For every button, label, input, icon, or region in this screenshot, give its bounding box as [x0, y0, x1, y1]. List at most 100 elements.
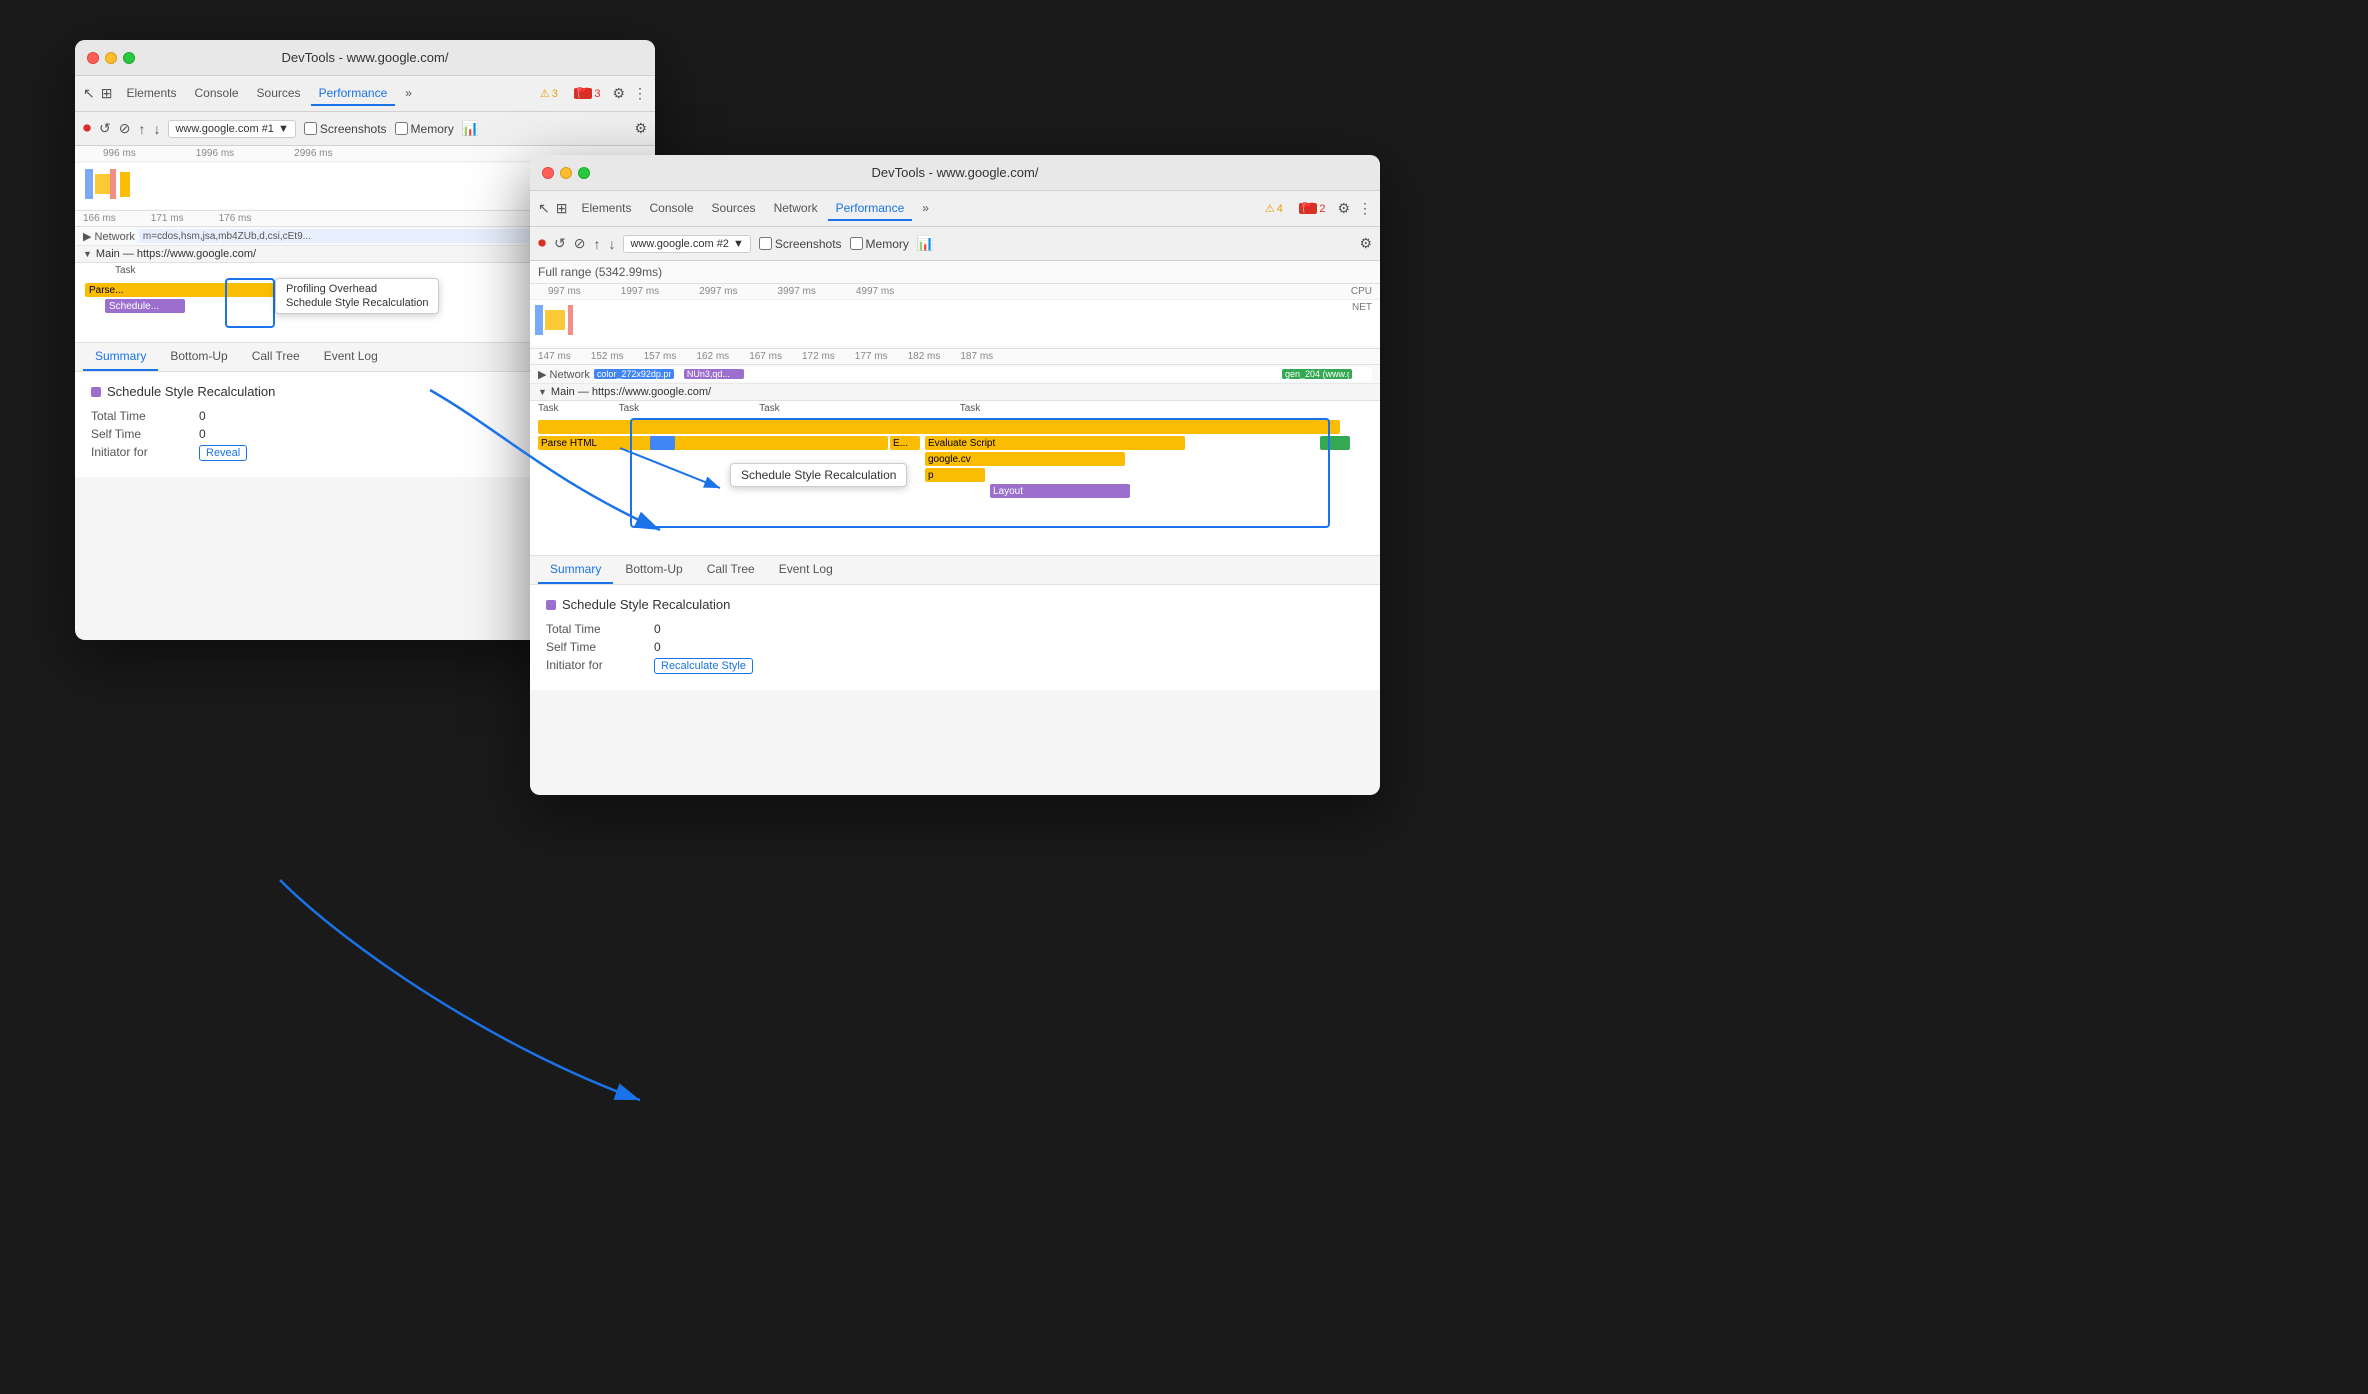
tab-performance-front[interactable]: Performance	[828, 197, 913, 221]
highlight-box-back	[225, 278, 275, 328]
error-icon-back: 🚩	[574, 88, 592, 99]
reload-icon-front[interactable]: ↺	[554, 235, 566, 252]
tab-eventlog-back[interactable]: Event Log	[312, 343, 390, 371]
more-icon-front[interactable]	[1358, 200, 1372, 217]
total-time-row-front: Total Time 0	[546, 622, 1364, 636]
toolbar2-front: ⏺ ↺ ⊘ ↑ ↓ www.google.com #2 ▼ Screenshot…	[530, 227, 1380, 261]
tab-sources-front[interactable]: Sources	[704, 197, 764, 221]
tab-more-front[interactable]: »	[914, 197, 937, 221]
perf-settings-back[interactable]	[634, 120, 647, 137]
color-swatch-back	[91, 387, 101, 397]
tab-more-back[interactable]: »	[397, 82, 420, 106]
mini-bar-f1	[535, 305, 543, 335]
tab-sources-back[interactable]: Sources	[249, 82, 309, 106]
maximize-button-back[interactable]	[123, 52, 135, 64]
traffic-lights-front	[542, 167, 590, 179]
memory-checkbox-back[interactable]: Memory	[395, 122, 454, 136]
tooltip-profiling: Profiling Overhead Schedule Style Recalc…	[275, 278, 439, 314]
record-icon-front[interactable]: ⏺	[538, 235, 546, 253]
upload-icon-front[interactable]: ↑	[593, 236, 600, 252]
upload-icon-back[interactable]: ↑	[138, 121, 145, 137]
clear-icon-back[interactable]: ⊘	[119, 120, 131, 137]
flame-chart-front: Task Task Task Task Parse HTML E...	[530, 401, 1380, 556]
recalculate-style-link[interactable]: Recalculate Style	[654, 658, 753, 674]
inspect-icon-back[interactable]: ↖	[83, 85, 95, 102]
timeline-overview-front: 997 ms 1997 ms 2997 ms 3997 ms 4997 ms C…	[530, 284, 1380, 349]
mini-bar-3	[110, 169, 116, 199]
range-header-front: Full range (5342.99ms)	[530, 261, 1380, 284]
nav-toolbar-back: ↖ ⊞ Elements Console Sources Performance…	[75, 76, 655, 112]
tab-summary-front[interactable]: Summary	[538, 556, 613, 584]
devtools-window-front: DevTools - www.google.com/ ↖ ⊞ Elements …	[530, 155, 1380, 795]
initiator-row-front: Initiator for Recalculate Style	[546, 658, 1364, 674]
warning-badge-front: ⚠ 4	[1261, 200, 1287, 217]
clear-icon-front[interactable]: ⊘	[574, 235, 586, 252]
record-icon-back[interactable]: ⏺	[83, 120, 91, 138]
tooltip-schedule-style: Schedule Style Recalculation	[730, 463, 907, 487]
error-icon-front: 🚩	[1299, 203, 1317, 214]
window-title-front: DevTools - www.google.com/	[872, 165, 1039, 180]
tab-elements-front[interactable]: Elements	[573, 197, 639, 221]
device-icon-front[interactable]: ⊞	[556, 200, 568, 217]
close-button-front[interactable]	[542, 167, 554, 179]
toolbar-right-front: ⚠ 4 🚩 2	[1261, 200, 1372, 217]
nav-toolbar-front: ↖ ⊞ Elements Console Sources Network Per…	[530, 191, 1380, 227]
download-icon-front[interactable]: ↓	[608, 236, 615, 252]
url-select-back[interactable]: www.google.com #1 ▼	[168, 120, 295, 138]
warning-badge-back: ⚠ 3	[536, 85, 562, 102]
perf-settings-front[interactable]	[1359, 235, 1372, 252]
more-icon-back[interactable]	[633, 85, 647, 102]
screenshots-checkbox-back[interactable]: Screenshots	[304, 122, 387, 136]
tab-performance-back[interactable]: Performance	[311, 82, 396, 106]
flame-item-back-2[interactable]: Schedule...	[105, 299, 185, 313]
throttle-icon-front[interactable]: 📊	[917, 235, 934, 252]
window-title-back: DevTools - www.google.com/	[282, 50, 449, 65]
flame-rows: Parse HTML E... Evaluate Script google.c…	[530, 418, 1380, 548]
reload-icon-back[interactable]: ↺	[99, 120, 111, 137]
mini-bar-f3	[568, 305, 573, 335]
tab-eventlog-front[interactable]: Event Log	[767, 556, 845, 584]
tab-network-front[interactable]: Network	[766, 197, 826, 221]
self-time-row-front: Self Time 0	[546, 640, 1364, 654]
settings-icon-back[interactable]	[612, 85, 625, 102]
network-row-front: ▶ Network color_272x92dp.png (w... NUn3,…	[530, 365, 1380, 384]
mini-bar-1	[85, 169, 93, 199]
tab-calltree-front[interactable]: Call Tree	[695, 556, 767, 584]
minimize-button-back[interactable]	[105, 52, 117, 64]
timeline-ruler-front: 997 ms 1997 ms 2997 ms 3997 ms 4997 ms C…	[530, 284, 1380, 300]
url-select-front[interactable]: www.google.com #2 ▼	[623, 235, 750, 253]
warn-icon-back: ⚠	[540, 87, 550, 100]
nav-tabs-back: Elements Console Sources Performance »	[118, 82, 419, 106]
memory-checkbox-front[interactable]: Memory	[850, 237, 909, 251]
tab-bottomup-back[interactable]: Bottom-Up	[158, 343, 239, 371]
download-icon-back[interactable]: ↓	[153, 121, 160, 137]
titlebar-back: DevTools - www.google.com/	[75, 40, 655, 76]
tab-calltree-back[interactable]: Call Tree	[240, 343, 312, 371]
tab-bottomup-front[interactable]: Bottom-Up	[613, 556, 694, 584]
mini-bar-f2	[545, 310, 565, 330]
toolbar2-back: ⏺ ↺ ⊘ ↑ ↓ www.google.com #1 ▼ Screenshot…	[75, 112, 655, 146]
inspect-icon-front[interactable]: ↖	[538, 200, 550, 217]
color-swatch-front	[546, 600, 556, 610]
minimize-button-front[interactable]	[560, 167, 572, 179]
screenshots-checkbox-front[interactable]: Screenshots	[759, 237, 842, 251]
settings-icon-front[interactable]	[1337, 200, 1350, 217]
tab-console-front[interactable]: Console	[642, 197, 702, 221]
traffic-lights-back	[87, 52, 135, 64]
reveal-link-back[interactable]: Reveal	[199, 445, 247, 461]
summary-panel-front: Schedule Style Recalculation Total Time …	[530, 585, 1380, 690]
maximize-button-front[interactable]	[578, 167, 590, 179]
tab-summary-back[interactable]: Summary	[83, 343, 158, 371]
device-icon-back[interactable]: ⊞	[101, 85, 113, 102]
throttle-icon-back[interactable]: 📊	[462, 120, 479, 137]
bottom-tabs-front: Summary Bottom-Up Call Tree Event Log	[530, 556, 1380, 585]
error-badge-front: 🚩 2	[1295, 201, 1330, 217]
nav-tabs-front: Elements Console Sources Network Perform…	[573, 197, 937, 221]
close-button-back[interactable]	[87, 52, 99, 64]
tab-console-back[interactable]: Console	[187, 82, 247, 106]
tab-elements-back[interactable]: Elements	[118, 82, 184, 106]
warn-icon-front: ⚠	[1265, 202, 1275, 215]
network-bars-front: color_272x92dp.png (w... NUn3,qd... gen_…	[594, 367, 1372, 381]
error-badge-back: 🚩 3	[570, 86, 605, 102]
mini-bar-4	[120, 172, 130, 197]
